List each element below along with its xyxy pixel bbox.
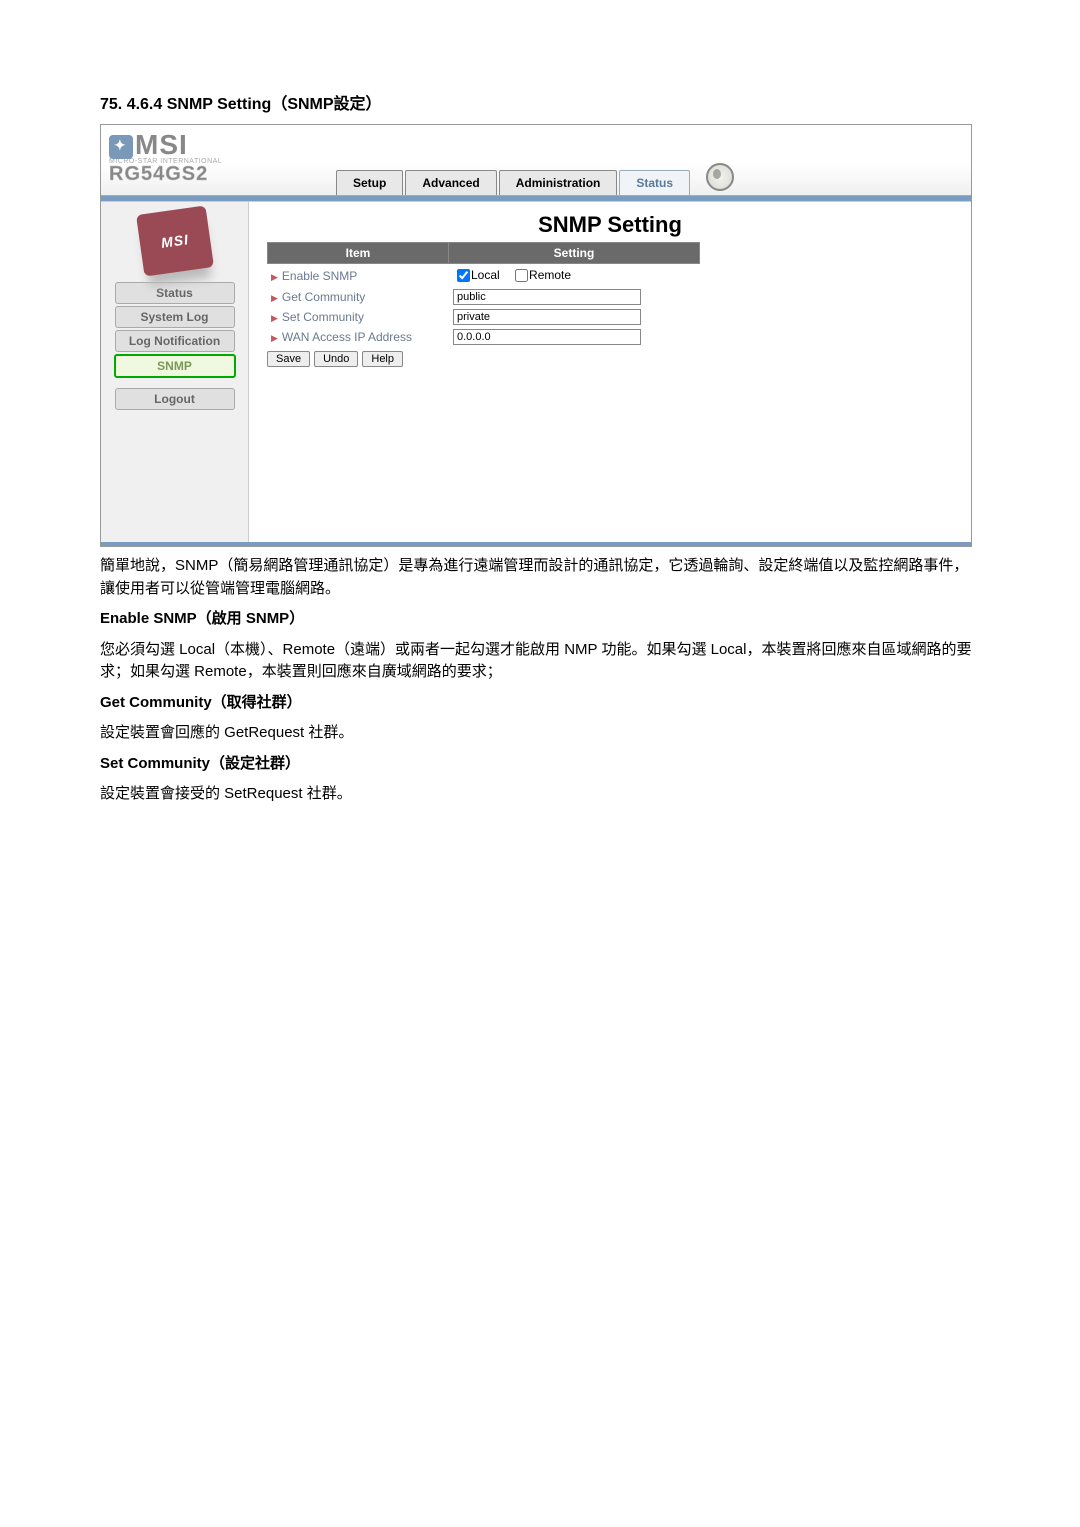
- undo-button[interactable]: Undo: [314, 351, 358, 367]
- globe-icon[interactable]: [706, 163, 734, 191]
- router-admin-screenshot: MSI MICRO-STAR INTERNATIONAL RG54GS2 Set…: [100, 124, 972, 547]
- remote-label: Remote: [529, 268, 571, 282]
- tab-status[interactable]: Status: [619, 170, 690, 195]
- setting-enable-snmp: Local Remote: [451, 266, 713, 285]
- tab-administration[interactable]: Administration: [499, 170, 618, 195]
- enable-snmp-body: 您必須勾選 Local（本機）、Remote（遠端）或兩者一起勾選才能啟用 NM…: [100, 639, 980, 684]
- header-divider: [101, 195, 971, 202]
- sidebar-badge-text: MSI: [160, 231, 190, 251]
- sidebar-item-snmp[interactable]: SNMP: [114, 354, 236, 378]
- sidebar-item-logout[interactable]: Logout: [115, 388, 235, 410]
- remote-checkbox[interactable]: [515, 269, 528, 282]
- set-community-heading: Set Community（設定社群）: [100, 753, 980, 776]
- sidebar-item-status[interactable]: Status: [115, 282, 235, 304]
- tab-setup[interactable]: Setup: [336, 170, 403, 195]
- get-community-input[interactable]: [453, 289, 641, 305]
- set-community-body: 設定裝置會接受的 SetRequest 社群。: [100, 783, 980, 806]
- model-name: RG54GS2: [109, 163, 222, 186]
- footer-bar: [101, 542, 971, 546]
- brand-icon: [109, 135, 133, 159]
- header-item: Item: [267, 242, 449, 264]
- sidebar-item-systemlog[interactable]: System Log: [115, 306, 235, 328]
- setting-get-community: [451, 289, 713, 305]
- remote-checkbox-label[interactable]: Remote: [511, 268, 571, 282]
- sidebar: MSI Status System Log Log Notification S…: [101, 202, 249, 542]
- settings-table: Item Setting Enable SNMP Local Remote Ge…: [267, 242, 971, 347]
- tab-advanced[interactable]: Advanced: [405, 170, 496, 195]
- save-button[interactable]: Save: [267, 351, 310, 367]
- header-setting: Setting: [449, 242, 700, 264]
- logo-block: MSI MICRO-STAR INTERNATIONAL RG54GS2: [109, 129, 222, 186]
- local-checkbox-label[interactable]: Local: [453, 268, 500, 282]
- row-enable-snmp: Enable SNMP Local Remote: [267, 264, 971, 287]
- router-header: MSI MICRO-STAR INTERNATIONAL RG54GS2 Set…: [101, 125, 971, 195]
- local-checkbox[interactable]: [457, 269, 470, 282]
- label-set-community[interactable]: Set Community: [267, 310, 451, 324]
- sidebar-item-lognotif[interactable]: Log Notification: [115, 330, 235, 352]
- row-get-community: Get Community: [267, 287, 971, 307]
- row-set-community: Set Community: [267, 307, 971, 327]
- setting-set-community: [451, 309, 713, 325]
- label-get-community[interactable]: Get Community: [267, 290, 451, 304]
- label-enable-snmp[interactable]: Enable SNMP: [267, 269, 451, 283]
- action-row: Save Undo Help: [267, 351, 971, 367]
- router-body: MSI Status System Log Log Notification S…: [101, 202, 971, 542]
- label-wan-access[interactable]: WAN Access IP Address: [267, 330, 451, 344]
- content-pane: SNMP Setting Item Setting Enable SNMP Lo…: [249, 202, 971, 542]
- row-wan-access: WAN Access IP Address: [267, 327, 971, 347]
- document-page: 75. 4.6.4 SNMP Setting（SNMP設定） MSI MICRO…: [100, 0, 980, 1334]
- panel-title: SNMP Setting: [249, 212, 971, 238]
- help-button[interactable]: Help: [362, 351, 403, 367]
- set-community-input[interactable]: [453, 309, 641, 325]
- prose-section: 簡單地說，SNMP（簡易網路管理通訊協定）是專為進行遠端管理而設計的通訊協定，它…: [100, 555, 980, 806]
- nav-tabs: Setup Advanced Administration Status: [336, 163, 734, 195]
- intro-paragraph: 簡單地說，SNMP（簡易網路管理通訊協定）是專為進行遠端管理而設計的通訊協定，它…: [100, 555, 980, 600]
- sidebar-badge: MSI: [140, 210, 210, 272]
- brand-text: MSI: [135, 129, 188, 160]
- wan-access-input[interactable]: [453, 329, 641, 345]
- enable-snmp-heading: Enable SNMP（啟用 SNMP）: [100, 608, 980, 631]
- get-community-body: 設定裝置會回應的 GetRequest 社群。: [100, 722, 980, 745]
- brand-logo: MSI: [109, 129, 222, 161]
- setting-wan-access: [451, 329, 713, 345]
- sidebar-badge-shape: MSI: [136, 205, 214, 276]
- get-community-heading: Get Community（取得社群）: [100, 692, 980, 715]
- local-label: Local: [471, 268, 500, 282]
- table-header: Item Setting: [267, 242, 971, 264]
- section-heading: 75. 4.6.4 SNMP Setting（SNMP設定）: [100, 90, 980, 114]
